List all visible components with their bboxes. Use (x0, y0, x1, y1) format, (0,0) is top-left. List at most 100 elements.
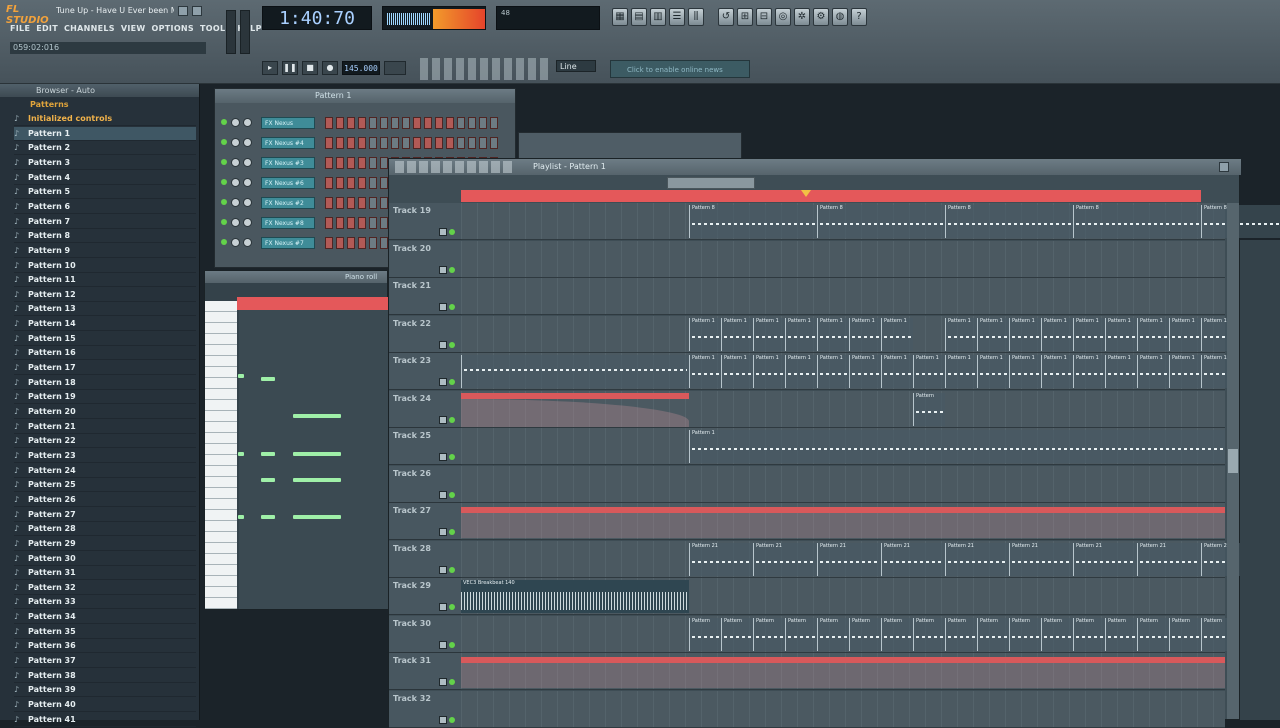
pattern-clip[interactable]: Pattern 1 (721, 317, 753, 351)
piano-note[interactable] (293, 414, 341, 418)
playlist-timeline[interactable] (461, 190, 1201, 202)
pattern-clip[interactable]: Pattern (721, 617, 753, 651)
browser-item[interactable]: ♪ Pattern 7 (14, 215, 196, 229)
playlist-vertical-scrollbar[interactable] (1227, 203, 1239, 719)
browser-item[interactable]: ♪ Pattern 37 (14, 654, 196, 669)
step-button[interactable] (347, 237, 355, 249)
pattern-clip[interactable]: Pattern 1 (1009, 355, 1041, 388)
step-button[interactable] (468, 137, 476, 149)
piano-roll-icon[interactable]: ▥ (650, 8, 666, 26)
pattern-clip[interactable]: Pattern 1 (689, 317, 721, 351)
volume-knob[interactable] (243, 198, 252, 207)
pattern-clip[interactable]: Pattern 1 (1041, 355, 1073, 388)
volume-knob[interactable] (243, 238, 252, 247)
channel-led[interactable] (221, 219, 227, 225)
volume-knob[interactable] (243, 178, 252, 187)
track-mute-led[interactable] (449, 304, 455, 310)
pattern-clip[interactable]: Pattern (1169, 617, 1201, 651)
track-select-box[interactable] (439, 303, 447, 311)
track-header[interactable]: Track 30 (389, 615, 461, 653)
audio-clip[interactable]: VEC3 Breakbeat 140 (461, 580, 689, 613)
channel-row[interactable]: FX Nexus (221, 115, 511, 131)
pattern-clip[interactable]: Pattern (689, 617, 721, 651)
step-sequencer-icon[interactable]: ▤ (631, 8, 647, 26)
step-button[interactable] (369, 177, 377, 189)
browser-item[interactable]: ♪ Pattern 34 (14, 610, 196, 625)
pan-knob[interactable] (231, 218, 240, 227)
browser-item[interactable]: ♪ Pattern 9 (14, 244, 196, 258)
volume-knob[interactable] (243, 138, 252, 147)
track-select-box[interactable] (439, 265, 447, 274)
track-select-box[interactable] (439, 640, 447, 649)
step-button[interactable] (347, 137, 355, 149)
browser-item[interactable]: ♪ Pattern 27 (14, 508, 196, 522)
pattern-clip[interactable]: Pattern (1137, 617, 1169, 651)
browser-item[interactable]: ♪ Pattern 29 (14, 537, 196, 551)
browser-item[interactable]: ♪ Pattern 39 (14, 683, 196, 698)
track-header[interactable]: Track 25 (389, 428, 461, 465)
channel-led[interactable] (221, 119, 227, 125)
step-button[interactable] (457, 137, 465, 149)
step-button[interactable] (336, 137, 344, 149)
pattern-clip[interactable]: Pattern 1 (977, 317, 1009, 351)
track-mute-led[interactable] (449, 379, 455, 385)
browser-item[interactable]: ♪ Pattern 26 (14, 493, 196, 507)
channel-name-button[interactable]: FX Nexus #4 (261, 137, 315, 149)
pattern-clip[interactable]: Pattern 1 (1041, 317, 1073, 351)
pause-button[interactable]: ❚❚ (282, 61, 298, 75)
step-button[interactable] (424, 117, 432, 129)
step-button[interactable] (358, 137, 366, 149)
pan-knob[interactable] (231, 198, 240, 207)
browser-item[interactable]: ♪ Pattern 32 (14, 581, 196, 595)
track-select-box[interactable] (439, 603, 447, 611)
tempo-display[interactable]: 145.000 (342, 61, 380, 75)
browser-item[interactable]: ♪ Pattern 21 (14, 420, 196, 434)
browser-item[interactable]: ♪ Pattern 20 (14, 405, 196, 419)
track-lane[interactable]: Pattern 21 Pattern 21 Pattern 21 Pattern 21… (461, 540, 1265, 578)
step-button[interactable] (380, 117, 388, 129)
step-button[interactable] (325, 217, 333, 229)
master-volume-slider[interactable] (226, 10, 236, 54)
step-button[interactable] (457, 117, 465, 129)
browser-item[interactable]: ♪ Pattern 2 (14, 141, 196, 156)
step-button[interactable] (336, 217, 344, 229)
pattern-clip[interactable]: Pattern (753, 617, 785, 651)
channel-led[interactable] (221, 139, 227, 145)
browser-item[interactable]: ♪ Pattern 25 (14, 478, 196, 493)
record-button[interactable]: ● (322, 61, 338, 75)
browser-item[interactable]: ♪ Pattern 35 (14, 625, 196, 639)
tools-icon[interactable]: ⚙ (813, 8, 829, 26)
pattern-clip[interactable]: Pattern 1 (689, 430, 1225, 463)
pattern-clip[interactable]: Pattern (913, 617, 945, 651)
snap-tool-buttons[interactable] (420, 58, 550, 80)
track-mute-led[interactable] (449, 566, 455, 573)
playlist-close-icon[interactable] (1219, 162, 1229, 172)
time-display[interactable]: 1:40:70 (262, 6, 372, 30)
piano-note[interactable] (238, 452, 244, 456)
channel-name-button[interactable]: FX Nexus #3 (261, 157, 315, 169)
pattern-clip[interactable]: Pattern 21 (689, 542, 753, 576)
channel-led[interactable] (221, 239, 227, 245)
browser-item[interactable]: ♪ Pattern 15 (14, 332, 196, 346)
online-news-bar[interactable]: Click to enable online news (610, 60, 750, 78)
pattern-clip[interactable]: Pattern 1 (1137, 317, 1169, 351)
track-header[interactable]: Track 28 (389, 540, 461, 578)
pan-knob[interactable] (231, 118, 240, 127)
piano-roll-timeline[interactable] (237, 297, 389, 310)
mixer-window-icon[interactable]: ⫼ (688, 8, 704, 26)
browser-root-folder[interactable]: Patterns (30, 98, 190, 112)
pattern-clip[interactable]: Pattern (1105, 617, 1137, 651)
pattern-clip[interactable]: Pattern 21 (945, 542, 1009, 576)
browser-item[interactable]: ♪ Pattern 13 (14, 302, 196, 317)
track-select-box[interactable] (439, 340, 447, 349)
track-header[interactable]: Track 27 (389, 503, 461, 540)
browser-item[interactable]: ♪ Pattern 16 (14, 346, 196, 361)
pattern-clip[interactable]: Pattern 1 (785, 317, 817, 351)
step-button[interactable] (336, 117, 344, 129)
piano-note[interactable] (293, 478, 341, 482)
step-button[interactable] (347, 197, 355, 209)
pan-knob[interactable] (231, 138, 240, 147)
pattern-clip[interactable]: Pattern (977, 617, 1009, 651)
track-mute-led[interactable] (449, 604, 455, 610)
step-button[interactable] (369, 217, 377, 229)
